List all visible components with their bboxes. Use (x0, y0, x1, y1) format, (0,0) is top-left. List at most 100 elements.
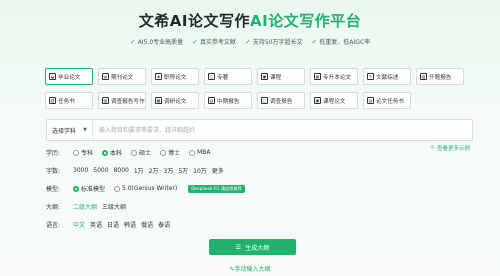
degree-radio-option[interactable]: 硕士 (131, 148, 151, 157)
outline-option[interactable]: 二级大纲 (73, 202, 97, 211)
paper-type-button[interactable]: ▣ 课程 (257, 68, 305, 85)
outline-label: 大纲: (46, 204, 61, 211)
paper-type-button[interactable]: ▤ 中期报告 (204, 92, 252, 109)
paper-type-button[interactable]: ◈ 职称论文 (151, 68, 199, 85)
page-title: 文希AI论文写作AI论文写作平台 (0, 10, 500, 31)
paper-type-button[interactable]: ◒ 毕业论文 (45, 68, 93, 85)
course-paper-icon: ▣ (314, 97, 321, 104)
manual-outline-link[interactable]: ✎手动输入大纲 (0, 264, 500, 273)
outline-option[interactable]: 三级大纲 (102, 202, 126, 211)
radio-circle-icon (160, 149, 167, 156)
radio-circle-icon (73, 185, 79, 192)
graduation-cap-icon: ◒ (49, 73, 56, 80)
paper-type-button[interactable]: ▢ 调查报告 (257, 92, 305, 109)
topic-input-box: 选择学科 ▼ (46, 119, 473, 141)
paper-type-label: 职称论文 (164, 74, 187, 81)
model-row: 模型: 标准模型 5.0(Genius Writer) DeepSeek-R1 满血版… (46, 184, 245, 193)
model-radio-option[interactable]: 5.0(Genius Writer) (114, 185, 177, 192)
words-option[interactable]: 更多 (212, 166, 224, 175)
paper-type-button[interactable]: ✎ 文献综述 (363, 68, 411, 85)
words-option[interactable]: 8000 (114, 167, 129, 174)
language-option[interactable]: 俄语 (141, 220, 153, 229)
words-option[interactable]: 2万 (149, 166, 159, 175)
upgrade-icon: ▦ (314, 73, 321, 80)
check-icon: ✓ (311, 37, 318, 46)
investigation-icon: ▢ (261, 97, 268, 104)
subject-select[interactable]: 选择学科 ▼ (47, 120, 93, 140)
menu-icon: ☰ (235, 243, 242, 251)
paper-task-icon: ▤ (367, 97, 374, 104)
review-icon: ✎ (367, 73, 374, 80)
journal-icon: ▤ (102, 73, 109, 80)
feature-item: ✓ 真实参考文献 (192, 37, 237, 47)
paper-type-label: 毕业论文 (58, 74, 81, 81)
lightbulb-icon: ☼ (430, 145, 435, 151)
degree-radio-option[interactable]: 本科 (102, 148, 122, 157)
paper-type-label: 调查报告 (270, 98, 293, 105)
model-badge: DeepSeek-R1 满血版推荐 (188, 184, 245, 193)
words-option[interactable]: 10万 (193, 166, 207, 175)
language-option[interactable]: 中文 (73, 220, 85, 229)
language-label: 语言: (46, 222, 61, 229)
language-option[interactable]: 韩语 (124, 220, 136, 229)
paper-type-label: 中期报告 (217, 98, 240, 105)
feature-item: ✓ 低重复、低AIGC率 (311, 37, 371, 47)
paper-type-button[interactable]: ▥ 开题报告 (416, 68, 464, 85)
research-icon: ▩ (155, 97, 162, 104)
words-option[interactable]: 5万 (178, 166, 188, 175)
words-option[interactable]: 3000 (73, 167, 88, 174)
chevron-down-icon: ▼ (83, 127, 87, 133)
shield-icon: ◈ (155, 73, 162, 80)
paper-type-label: 课程 (270, 74, 282, 81)
check-icon: ✓ (245, 37, 251, 46)
word-count-row: 字数: 3000 5000 8000 1万 2万 3万 5万 10万 更多 (46, 166, 229, 175)
midterm-icon: ▤ (208, 97, 215, 104)
paper-type-button[interactable]: ▧ 任务书 (45, 92, 93, 109)
paper-type-label: 文献综述 (376, 74, 399, 81)
title-brand: 文希AI论文写作 (138, 12, 250, 30)
paper-type-label: 专著 (217, 74, 229, 81)
degree-radio-option[interactable]: 专科 (73, 148, 93, 157)
language-option[interactable]: 泰语 (158, 220, 170, 229)
paper-type-button[interactable]: ▦ 专升本论文 (310, 68, 358, 85)
paper-type-label: 课程论文 (323, 98, 346, 105)
paper-type-button[interactable]: ▩ 调研论文 (151, 92, 199, 109)
radio-circle-icon (189, 149, 196, 156)
language-option[interactable]: 日语 (107, 220, 119, 229)
feature-item: ✓ 支持50万字超长文 (245, 37, 303, 47)
paper-type-label: 任务书 (58, 98, 75, 105)
words-option[interactable]: 5000 (93, 167, 108, 174)
model-radio-option[interactable]: 标准模型 (73, 184, 105, 193)
degree-label: 学历: (46, 150, 61, 157)
paper-type-button[interactable]: ▤ 期刊论文 (98, 68, 146, 85)
book-icon: ▯ (208, 73, 215, 80)
survey-icon: ▨ (102, 97, 109, 104)
examples-link[interactable]: ☼ 查看更多示例 (430, 144, 470, 152)
paper-type-label: 专升本论文 (323, 74, 351, 81)
topic-input[interactable] (93, 120, 472, 140)
paper-type-label: 开题报告 (429, 74, 452, 81)
paper-type-label: 调研论文 (164, 98, 187, 105)
paper-type-button[interactable]: ▤ 论文任务书 (363, 92, 411, 109)
generate-outline-button[interactable]: ☰ 生成大纲 (209, 239, 296, 255)
degree-row: 学历: 专科 本科 硕士 博士 MBA (46, 148, 219, 157)
title-platform: AI论文写作平台 (250, 12, 362, 30)
words-option[interactable]: 1万 (134, 166, 144, 175)
radio-circle-icon (73, 149, 79, 156)
language-row: 语言: 中文 英语 日语 韩语 俄语 泰语 (46, 220, 175, 229)
degree-radio-option[interactable]: MBA (189, 149, 210, 156)
words-option[interactable]: 3万 (164, 166, 174, 175)
paper-type-button[interactable]: ▣ 课程论文 (310, 92, 358, 109)
degree-radio-option[interactable]: 博士 (160, 148, 180, 157)
paper-type-button[interactable]: ▨ 调查报告写作 (98, 92, 146, 109)
paper-type-button[interactable]: ▯ 专著 (204, 68, 252, 85)
check-icon: ✓ (129, 37, 136, 46)
model-label: 模型: (46, 186, 61, 193)
course-icon: ▣ (261, 73, 268, 80)
task-icon: ▧ (49, 97, 56, 104)
paper-type-label: 期刊论文 (111, 74, 134, 81)
report-icon: ▥ (420, 73, 427, 80)
radio-circle-icon (114, 185, 121, 192)
words-label: 字数: (46, 168, 61, 175)
language-option[interactable]: 英语 (90, 220, 102, 229)
